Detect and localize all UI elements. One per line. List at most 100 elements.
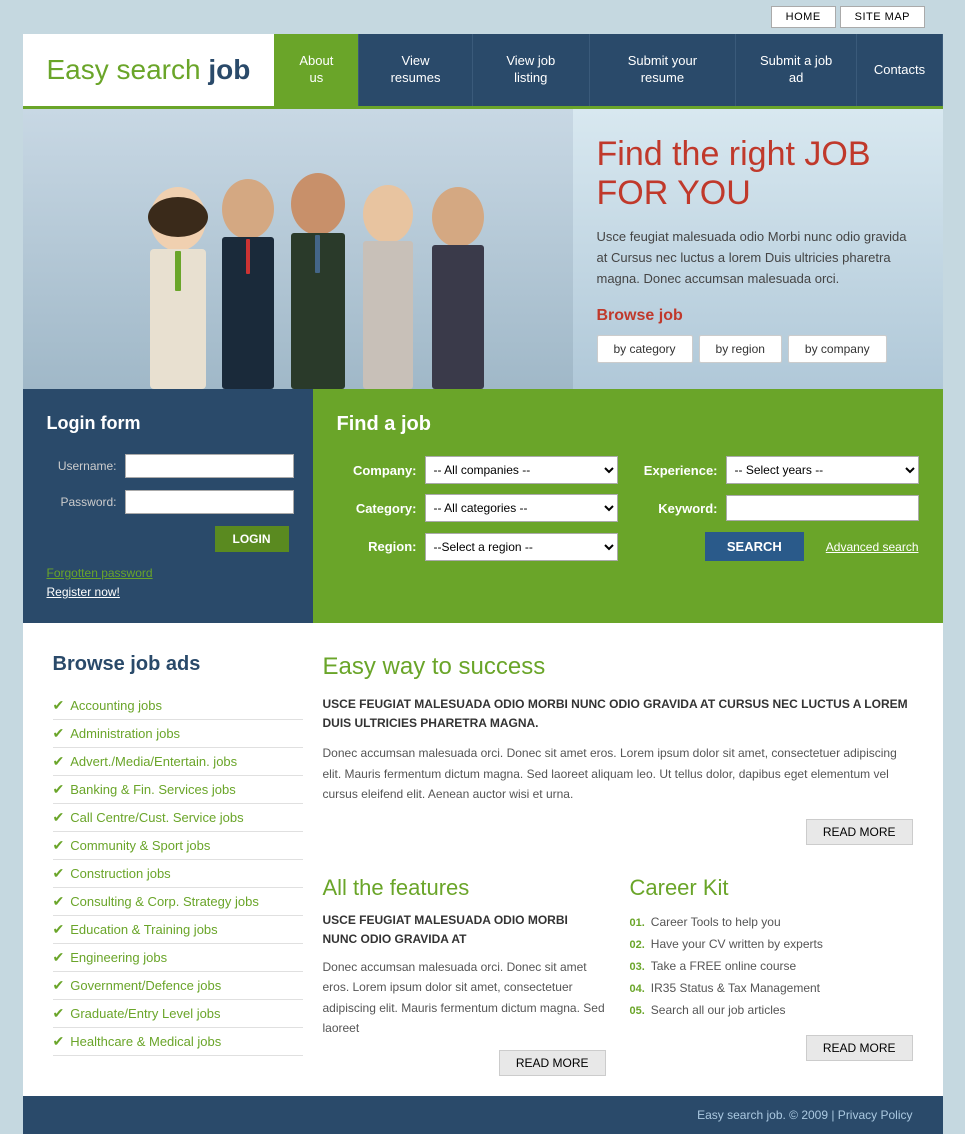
easy-way-section: Easy way to success USCE FEUGIAT MALESUA… (323, 653, 913, 845)
job-link[interactable]: Banking & Fin. Services jobs (70, 782, 235, 797)
list-item: ✔ Administration jobs (53, 720, 303, 748)
password-label: Password: (47, 495, 117, 509)
browse-by-company[interactable]: by company (788, 335, 887, 363)
check-icon: ✔ (53, 949, 65, 966)
browse-by-region[interactable]: by region (699, 335, 782, 363)
nav-submit-job-ad[interactable]: Submit a job ad (736, 34, 858, 106)
check-icon: ✔ (53, 697, 65, 714)
main-wrapper: Easy search job About us View resumes Vi… (23, 34, 943, 1134)
check-icon: ✔ (53, 893, 65, 910)
category-select[interactable]: -- All categories -- (425, 494, 618, 522)
company-select[interactable]: -- All companies -- (425, 456, 618, 484)
job-link[interactable]: Advert./Media/Entertain. jobs (70, 754, 237, 769)
job-link[interactable]: Engineering jobs (70, 950, 167, 965)
experience-label: Experience: (638, 463, 718, 478)
check-icon: ✔ (53, 753, 65, 770)
career-item: 03. Take a FREE online course (630, 955, 913, 977)
password-input[interactable] (125, 490, 294, 514)
browse-jobs-title: Browse job ads (53, 653, 303, 676)
career-item: 02. Have your CV written by experts (630, 933, 913, 955)
job-link[interactable]: Accounting jobs (70, 698, 162, 713)
job-link[interactable]: Call Centre/Cust. Service jobs (70, 810, 243, 825)
check-icon: ✔ (53, 977, 65, 994)
check-icon: ✔ (53, 921, 65, 938)
nav-submit-resume[interactable]: Submit your resume (590, 34, 736, 106)
all-features-read-more[interactable]: READ MORE (499, 1050, 606, 1076)
home-button[interactable]: HOME (771, 6, 836, 28)
job-link[interactable]: Graduate/Entry Level jobs (70, 1006, 220, 1021)
job-link[interactable]: Construction jobs (70, 866, 170, 881)
list-item: ✔ Healthcare & Medical jobs (53, 1028, 303, 1056)
list-item: ✔ Government/Defence jobs (53, 972, 303, 1000)
content-area: Browse job ads ✔ Accounting jobs ✔ Adminis… (23, 623, 943, 1096)
career-kit-read-more[interactable]: READ MORE (806, 1035, 913, 1061)
check-icon: ✔ (53, 725, 65, 742)
check-icon: ✔ (53, 1033, 65, 1050)
list-item: ✔ Call Centre/Cust. Service jobs (53, 804, 303, 832)
login-button[interactable]: LOGIN (215, 526, 289, 552)
feature-two-col: All the features USCE FEUGIAT MALESUADA … (323, 875, 913, 1077)
nav-contacts[interactable]: Contacts (857, 34, 942, 106)
company-field: Company: -- All companies -- (337, 456, 618, 484)
check-icon: ✔ (53, 837, 65, 854)
keyword-field: Keyword: (638, 494, 919, 522)
username-row: Username: (47, 454, 289, 478)
job-link[interactable]: Consulting & Corp. Strategy jobs (70, 894, 259, 909)
find-row-3: Region: --Select a region -- SEARCH Adva… (337, 532, 919, 561)
easy-way-read-more[interactable]: READ MORE (806, 819, 913, 845)
left-sidebar: Browse job ads ✔ Accounting jobs ✔ Adminis… (53, 653, 323, 1076)
hero-section: Find the right JOB FOR YOU Usce feugiat … (23, 109, 943, 389)
browse-by-category[interactable]: by category (597, 335, 693, 363)
all-features-title: All the features (323, 875, 606, 901)
forgotten-password-link[interactable]: Forgotten password (47, 566, 289, 580)
logo-job: job (208, 54, 250, 85)
keyword-label: Keyword: (638, 501, 718, 516)
all-features-bold: USCE FEUGIAT MALESUADA ODIO MORBI NUNC O… (323, 911, 606, 949)
career-kit-title: Career Kit (630, 875, 913, 901)
experience-field: Experience: -- Select years -- (638, 456, 919, 484)
easy-way-bold: USCE FEUGIAT MALESUADA ODIO MORBI NUNC O… (323, 695, 913, 733)
list-item: ✔ Banking & Fin. Services jobs (53, 776, 303, 804)
register-link[interactable]: Register now! (47, 585, 120, 599)
sitemap-button[interactable]: SITE MAP (840, 6, 925, 28)
hero-content: Find the right JOB FOR YOU Usce feugiat … (573, 109, 943, 389)
hero-image (23, 109, 573, 389)
experience-select[interactable]: -- Select years -- (726, 456, 919, 484)
nav-view-resumes[interactable]: View resumes (359, 34, 472, 106)
list-item: ✔ Education & Training jobs (53, 916, 303, 944)
job-link[interactable]: Healthcare & Medical jobs (70, 1034, 221, 1049)
find-job-panel: Find a job Company: -- All companies -- … (313, 389, 943, 623)
nav-about[interactable]: About us (274, 34, 359, 106)
check-icon: ✔ (53, 865, 65, 882)
login-panel: Login form Username: Password: LOGIN For… (23, 389, 313, 623)
site-footer: Easy search job. © 2009 | Privacy Policy (23, 1096, 943, 1134)
nav-view-job-listing[interactable]: View job listing (473, 34, 590, 106)
browse-buttons: by category by region by company (597, 335, 919, 363)
list-item: ✔ Accounting jobs (53, 692, 303, 720)
career-item: 01. Career Tools to help you (630, 911, 913, 933)
list-item: ✔ Graduate/Entry Level jobs (53, 1000, 303, 1028)
region-select[interactable]: --Select a region -- (425, 533, 618, 561)
job-link[interactable]: Administration jobs (70, 726, 180, 741)
site-header: Easy search job About us View resumes Vi… (23, 34, 943, 109)
company-label: Company: (337, 463, 417, 478)
list-item: ✔ Consulting & Corp. Strategy jobs (53, 888, 303, 916)
check-icon: ✔ (53, 781, 65, 798)
username-input[interactable] (125, 454, 294, 478)
login-links: Forgotten password Register now! (47, 566, 289, 599)
advanced-search-link[interactable]: Advanced search (826, 540, 919, 554)
all-features-body: Donec accumsan malesuada orci. Donec sit… (323, 957, 606, 1039)
career-kit-list: 01. Career Tools to help you 02. Have yo… (630, 911, 913, 1021)
search-button[interactable]: SEARCH (705, 532, 804, 561)
job-link[interactable]: Community & Sport jobs (70, 838, 210, 853)
hero-description: Usce feugiat malesuada odio Morbi nunc o… (597, 227, 919, 289)
job-list: ✔ Accounting jobs ✔ Administration jobs ✔ A… (53, 692, 303, 1056)
find-row-1: Company: -- All companies -- Experience:… (337, 456, 919, 484)
password-row: Password: (47, 490, 289, 514)
job-link[interactable]: Education & Training jobs (70, 922, 217, 937)
easy-way-title: Easy way to success (323, 653, 913, 681)
check-icon: ✔ (53, 1005, 65, 1022)
check-icon: ✔ (53, 809, 65, 826)
keyword-input[interactable] (726, 495, 919, 521)
job-link[interactable]: Government/Defence jobs (70, 978, 221, 993)
